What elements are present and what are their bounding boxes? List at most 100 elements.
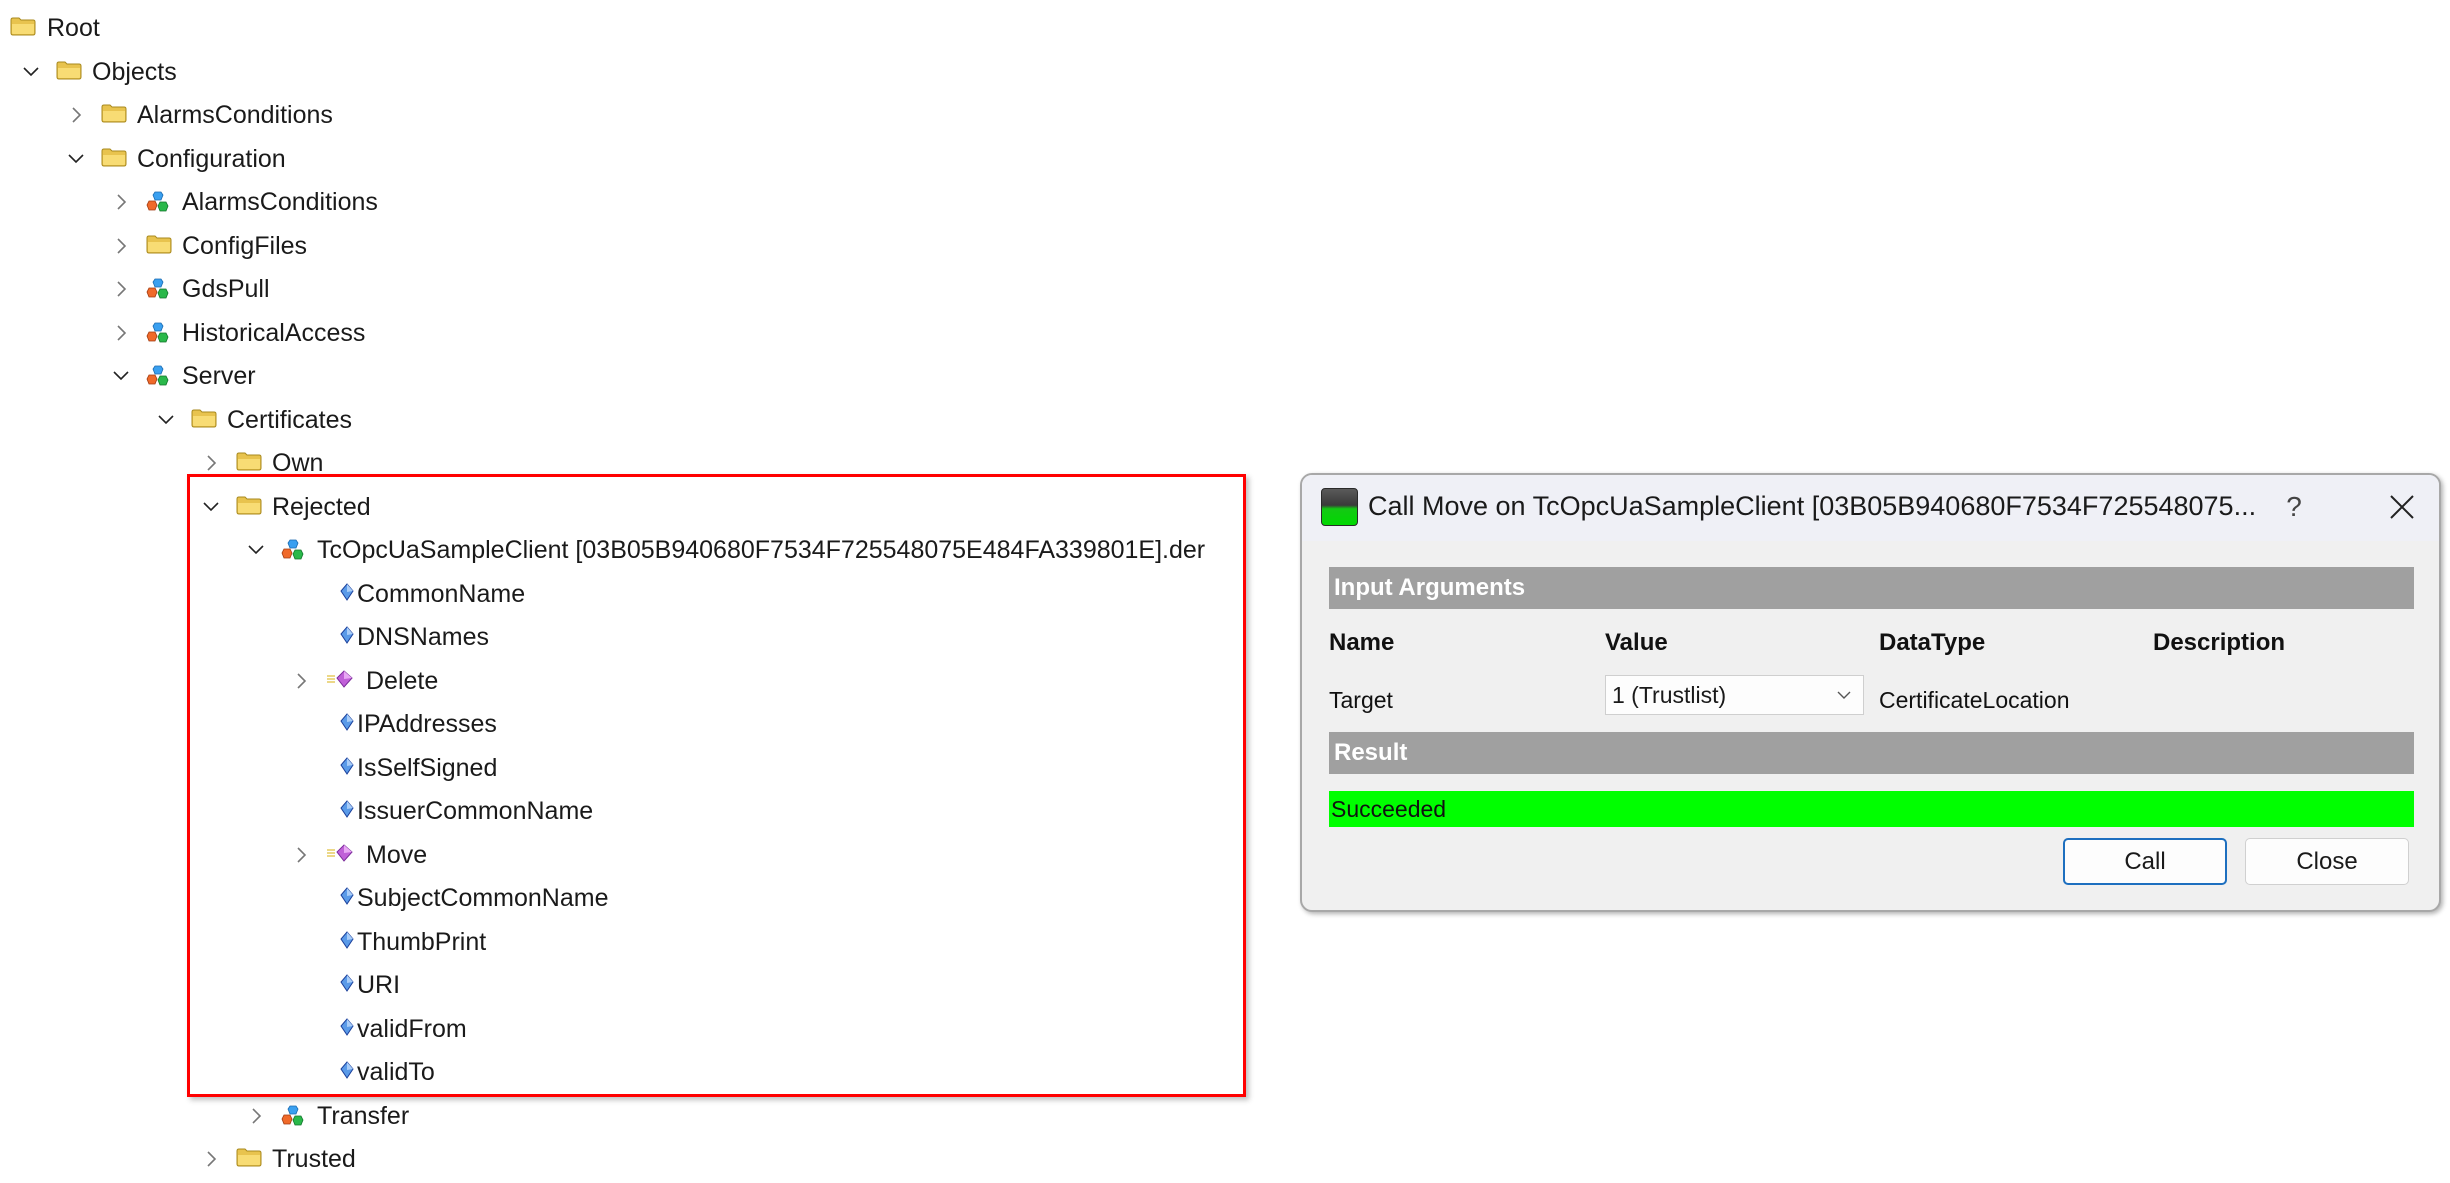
folder-icon	[236, 495, 262, 515]
tree-node-label: URI	[357, 971, 401, 999]
tree-node[interactable]: Configuration	[0, 137, 1300, 181]
tree-node[interactable]: URI	[0, 963, 1300, 1007]
tree-node-label: GdsPull	[182, 275, 270, 303]
tree-node-label: IssuerCommonName	[357, 797, 594, 825]
chevron-right-icon[interactable]	[110, 322, 132, 344]
tree-node[interactable]: DNSNames	[0, 615, 1300, 659]
method-icon	[326, 843, 354, 863]
tree-node-label: CommonName	[357, 579, 526, 608]
tree-node[interactable]: GdsPull	[0, 267, 1300, 311]
chevron-right-icon[interactable]	[200, 1148, 222, 1170]
tree-node[interactable]: AlarmsConditions	[0, 93, 1300, 137]
tree-node-label: ConfigFiles	[182, 231, 308, 260]
object-icon	[146, 321, 172, 345]
tree-node-label: Objects	[92, 57, 177, 86]
close-icon	[2390, 495, 2414, 519]
property-icon	[340, 930, 354, 950]
dialog-titlebar[interactable]: Call Move on TcOpcUaSampleClient [03B05B…	[1302, 475, 2439, 541]
result-status: Succeeded	[1329, 791, 2414, 827]
folder-icon	[101, 147, 127, 167]
folder-icon	[56, 60, 82, 80]
tree-node-label: IPAddresses	[357, 710, 497, 738]
call-button[interactable]: Call	[2063, 838, 2227, 885]
argument-datatype: CertificateLocation	[1879, 687, 2070, 713]
close-window-button[interactable]	[2372, 485, 2432, 529]
tree-node[interactable]: Delete	[0, 659, 1300, 703]
tree-node-label: Own	[272, 449, 324, 477]
object-icon	[146, 364, 172, 388]
tree-node-label: Root	[47, 14, 100, 42]
tree-node[interactable]: TcOpcUaSampleClient [03B05B940680F7534F7…	[0, 528, 1300, 572]
tree-node[interactable]: SubjectCommonName	[0, 876, 1300, 920]
property-icon	[340, 712, 354, 732]
tree-node-label: Trusted	[272, 1145, 356, 1173]
tree-node[interactable]: ThumbPrint	[0, 920, 1300, 964]
folder-icon	[191, 408, 217, 428]
tree-node-label: Delete	[366, 666, 439, 695]
tree-node[interactable]: AlarmsConditions	[0, 180, 1300, 224]
tree-node-label: validFrom	[357, 1014, 467, 1043]
folder-icon	[10, 16, 36, 36]
ua-expert-icon	[1321, 488, 1358, 526]
tree-node[interactable]: HistoricalAccess	[0, 311, 1300, 355]
object-icon	[146, 190, 172, 214]
chevron-right-icon[interactable]	[110, 278, 132, 300]
chevron-right-icon[interactable]	[200, 452, 222, 474]
dialog-title: Call Move on TcOpcUaSampleClient [03B05B…	[1368, 491, 2257, 521]
tree-node-label: ThumbPrint	[357, 927, 487, 956]
property-icon	[340, 973, 354, 993]
tree-node[interactable]: Root	[0, 6, 1300, 50]
tree-node[interactable]: Server	[0, 354, 1300, 398]
tree-node[interactable]: IssuerCommonName	[0, 789, 1300, 833]
tree-node[interactable]: Certificates	[0, 398, 1300, 442]
tree-node[interactable]: CommonName	[0, 572, 1300, 616]
chevron-down-icon[interactable]	[200, 496, 222, 518]
tree-node[interactable]: Move	[0, 833, 1300, 877]
folder-icon	[146, 234, 172, 254]
chevron-right-icon[interactable]	[290, 844, 312, 866]
property-icon	[340, 756, 354, 776]
chevron-right-icon[interactable]	[65, 104, 87, 126]
tree-node[interactable]: Rejected	[0, 485, 1300, 529]
tree-node[interactable]: Own	[0, 441, 1300, 485]
chevron-right-icon[interactable]	[110, 191, 132, 213]
tree-node-label: validTo	[357, 1058, 435, 1086]
folder-icon	[101, 103, 127, 123]
column-datatype: DataType	[1879, 629, 1986, 656]
tree-node[interactable]: Trusted	[0, 1137, 1300, 1181]
tree-node-label: AlarmsConditions	[182, 188, 378, 216]
tree-node[interactable]: ConfigFiles	[0, 224, 1300, 268]
tree-node-label: HistoricalAccess	[182, 318, 366, 347]
chevron-down-icon[interactable]	[20, 61, 42, 83]
method-icon	[326, 669, 354, 689]
chevron-right-icon[interactable]	[290, 670, 312, 692]
tree-node[interactable]: IsSelfSigned	[0, 746, 1300, 790]
chevron-down-icon	[1837, 691, 1851, 699]
tree-node-label: AlarmsConditions	[137, 101, 333, 129]
tree-node[interactable]: IPAddresses	[0, 702, 1300, 746]
chevron-right-icon[interactable]	[245, 1105, 267, 1127]
tree-node-label: Transfer	[317, 1101, 410, 1130]
tree-node[interactable]: Objects	[0, 50, 1300, 94]
tree-node[interactable]: validFrom	[0, 1007, 1300, 1051]
chevron-right-icon[interactable]	[110, 235, 132, 257]
column-description: Description	[2153, 629, 2286, 656]
help-button[interactable]: ?	[2269, 485, 2319, 529]
chevron-down-icon[interactable]	[245, 539, 267, 561]
object-icon	[281, 1104, 307, 1128]
input-arguments-header: Input Arguments	[1329, 567, 2414, 609]
chevron-down-icon[interactable]	[155, 409, 177, 431]
column-value: Value	[1605, 629, 1668, 656]
argument-value: 1 (Trustlist)	[1612, 681, 1727, 708]
property-icon	[340, 625, 354, 645]
chevron-down-icon[interactable]	[65, 148, 87, 170]
tree-node[interactable]: Transfer	[0, 1094, 1300, 1138]
folder-icon	[236, 451, 262, 471]
argument-value-select[interactable]: 1 (Trustlist)	[1605, 675, 1864, 715]
tree-node[interactable]: validTo	[0, 1050, 1300, 1094]
tree-node-label: Move	[366, 840, 428, 869]
chevron-down-icon[interactable]	[110, 365, 132, 387]
tree-node-label: Certificates	[227, 405, 353, 434]
property-icon	[340, 886, 354, 906]
close-button[interactable]: Close	[2245, 838, 2409, 885]
